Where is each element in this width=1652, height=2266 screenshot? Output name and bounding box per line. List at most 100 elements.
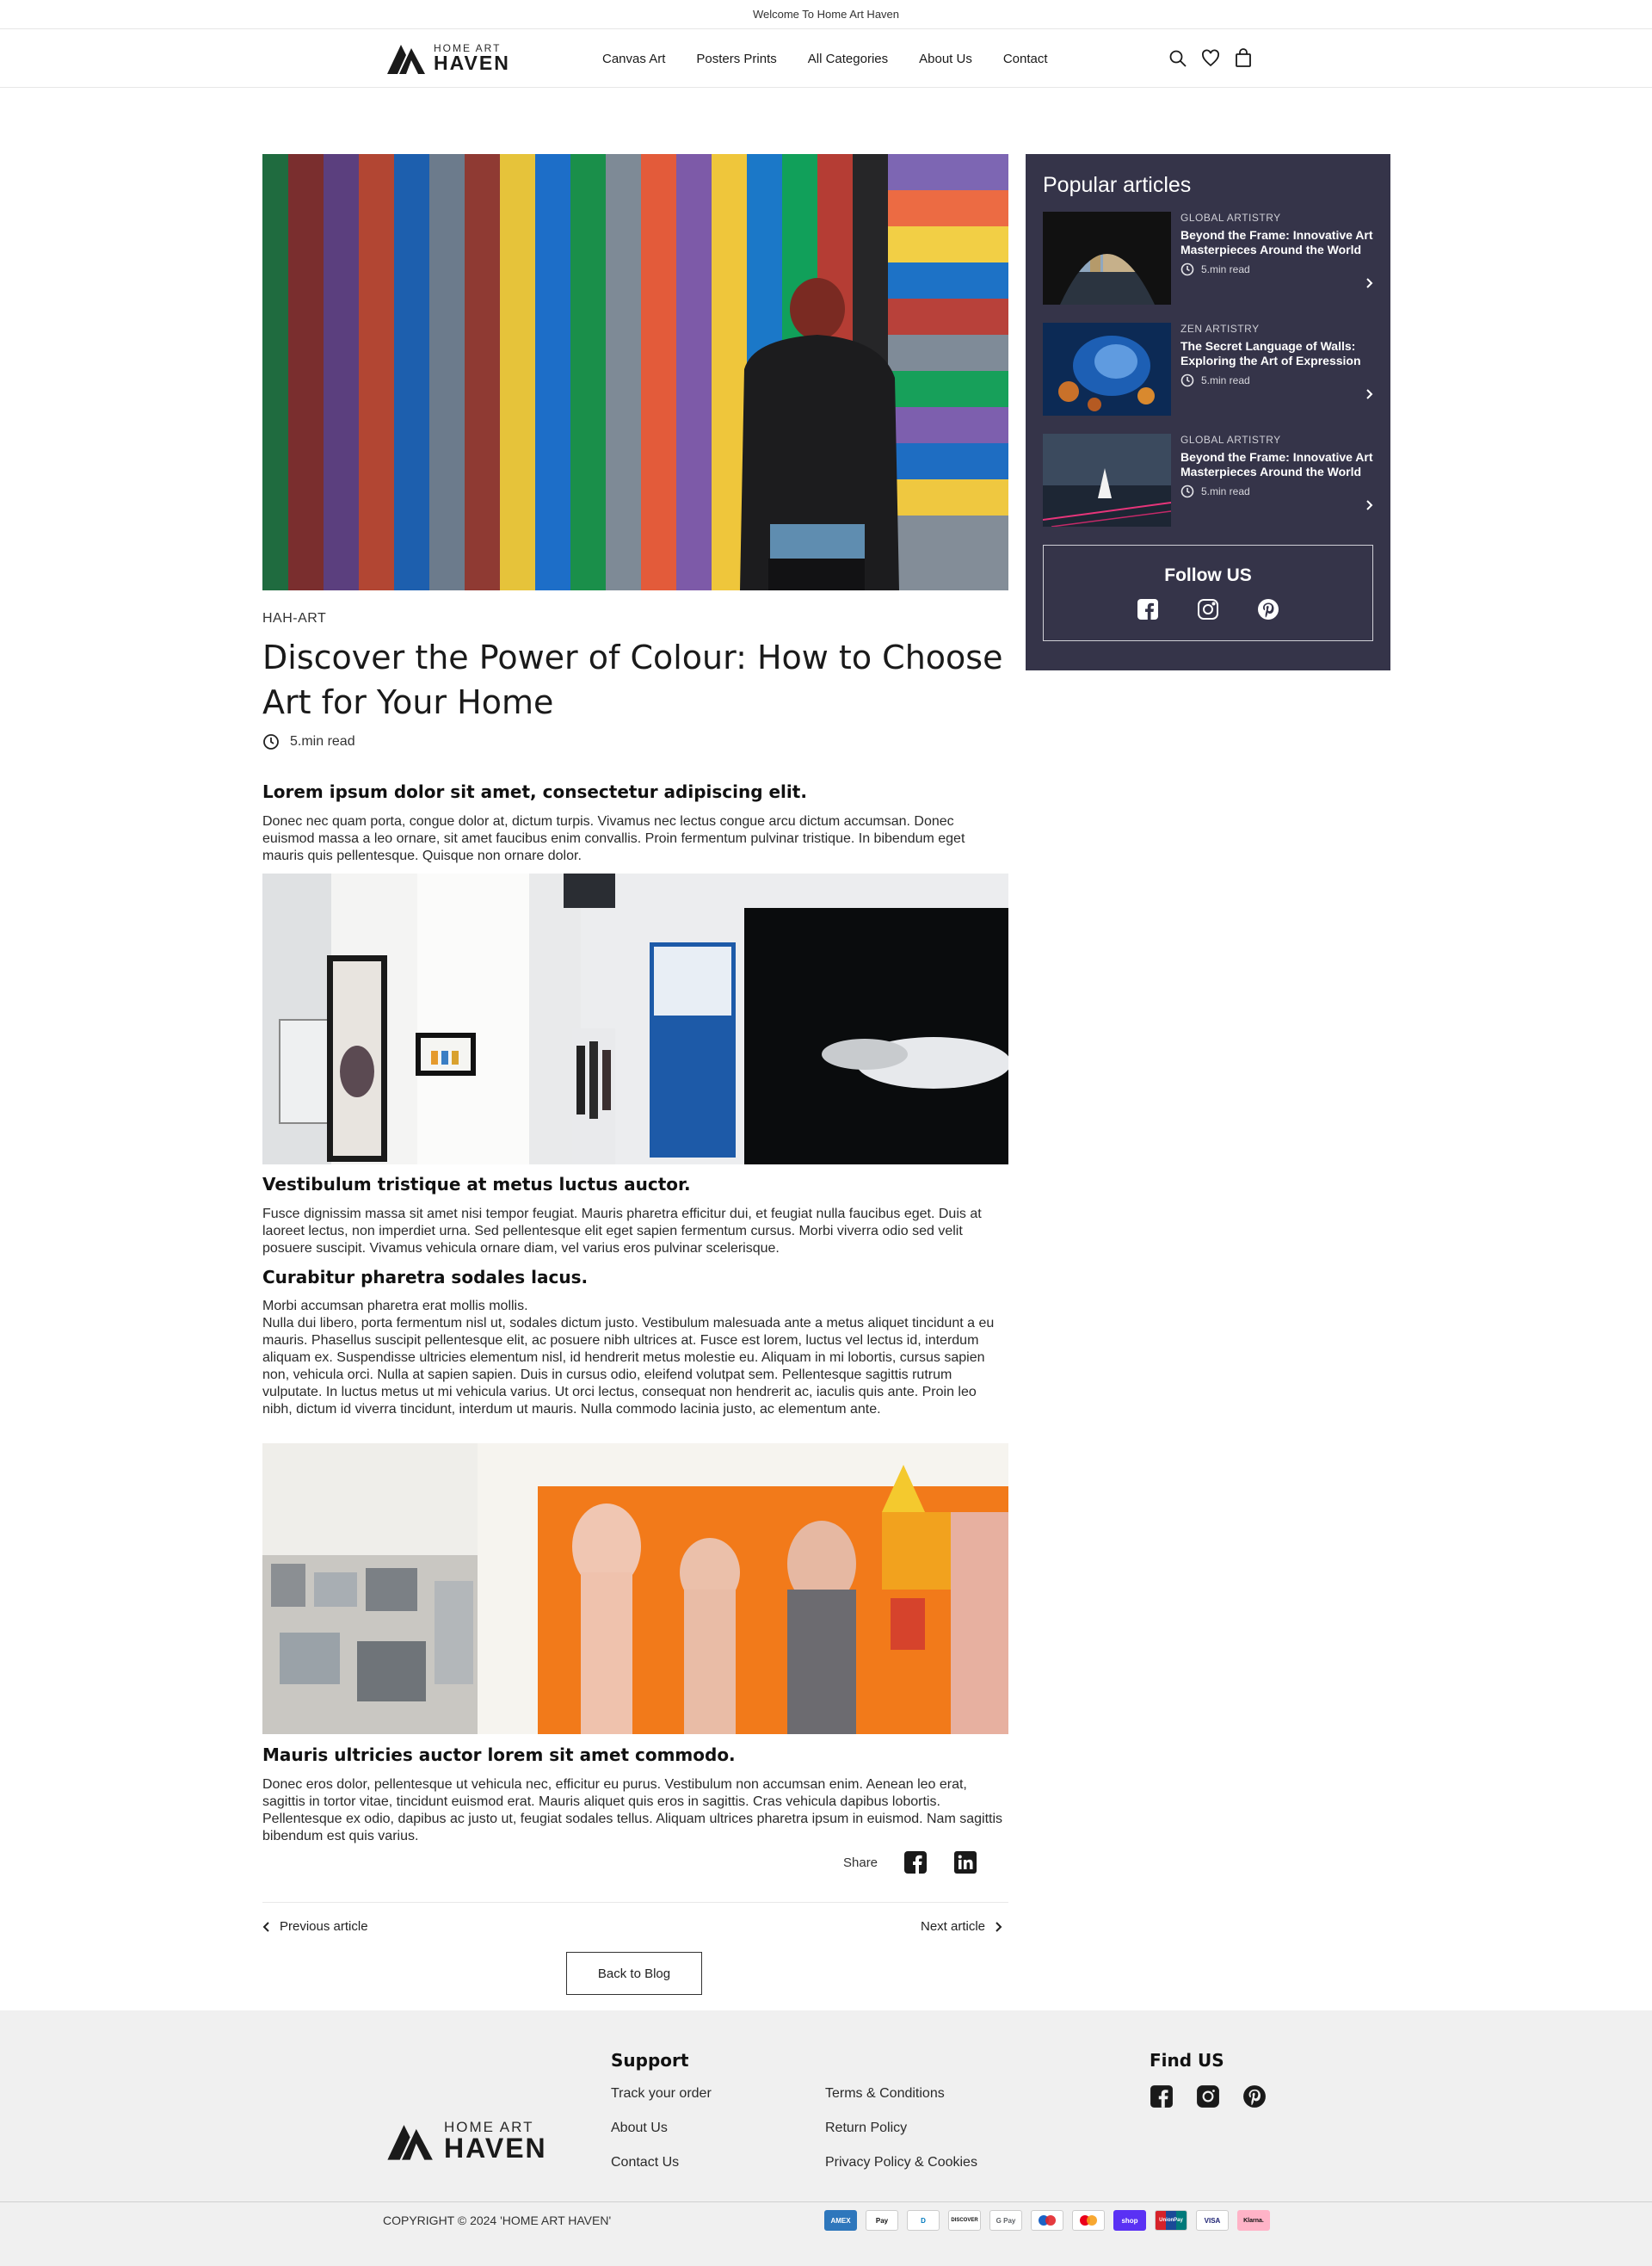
apple-pay-icon: Pay — [866, 2210, 898, 2231]
facebook-icon[interactable] — [1137, 598, 1159, 621]
article-category: HAH-ART — [262, 611, 327, 626]
section-body-4: Donec eros dolor, pellentesque ut vehicu… — [262, 1777, 1003, 1843]
klarna-icon: Klarna. — [1237, 2210, 1270, 2231]
article-category: GLOBAL ARTISTRY — [1180, 434, 1281, 446]
article-title: Beyond the Frame: Innovative Art Masterp… — [1180, 228, 1373, 256]
copyright-text: COPYRIGHT © 2024 'HOME ART HAVEN' — [383, 2214, 612, 2227]
facebook-icon[interactable] — [1150, 2084, 1174, 2109]
follow-us-title: Follow US — [1164, 565, 1252, 585]
footer-social-icons — [1150, 2084, 1267, 2109]
next-article-label: Next article — [921, 1919, 986, 1934]
footer-link-return-policy[interactable]: Return Policy — [825, 2121, 907, 2136]
clock-icon — [1180, 262, 1194, 276]
logo-mark-icon — [387, 2125, 433, 2160]
nav-canvas-art[interactable]: Canvas Art — [602, 52, 665, 66]
logo-mark-icon — [387, 45, 425, 74]
article-hero-image — [262, 154, 1008, 590]
article-thumbnail — [1043, 212, 1171, 305]
popular-articles-sidebar: Popular articles GLOBAL ARTISTRY Beyond … — [1026, 154, 1390, 670]
header-actions — [1168, 48, 1254, 69]
amex-card-icon: AMEX — [824, 2210, 857, 2231]
popular-article-item[interactable]: GLOBAL ARTISTRY Beyond the Frame: Innova… — [1043, 212, 1373, 305]
payment-methods: AMEX Pay D DISCOVER G Pay shop UnionPay … — [824, 2210, 1270, 2231]
google-pay-icon: G Pay — [989, 2210, 1022, 2231]
popular-article-item[interactable]: ZEN ARTISTRY The Secret Language of Wall… — [1043, 323, 1373, 416]
linkedin-share-icon[interactable] — [953, 1850, 977, 1874]
footer-link-about-us[interactable]: About Us — [611, 2121, 668, 2136]
instagram-icon[interactable] — [1196, 2084, 1220, 2109]
read-time-text: 5.min read — [1201, 374, 1250, 386]
article-divider — [262, 1902, 1008, 1903]
shop-pay-icon: shop — [1113, 2210, 1146, 2231]
announcement-bar: Welcome To Home Art Haven — [0, 0, 1652, 29]
instagram-icon[interactable] — [1197, 598, 1219, 621]
search-icon[interactable] — [1168, 48, 1188, 69]
article-category: GLOBAL ARTISTRY — [1180, 212, 1281, 224]
popular-articles-title: Popular articles — [1043, 173, 1192, 197]
read-time-text: 5.min read — [1201, 263, 1250, 275]
pinterest-icon[interactable] — [1242, 2084, 1267, 2109]
pinterest-icon[interactable] — [1257, 598, 1279, 621]
announcement-text: Welcome To Home Art Haven — [752, 8, 900, 21]
discover-card-icon: DISCOVER — [948, 2210, 981, 2231]
section-body-3: Nulla dui libero, porta fermentum nisl u… — [262, 1316, 995, 1417]
chevron-right-icon — [996, 1921, 1002, 1932]
footer-logo-name-text: HAVEN — [444, 2132, 547, 2164]
facebook-share-icon[interactable] — [903, 1850, 928, 1874]
maestro-card-icon — [1031, 2210, 1063, 2231]
article-read-time: 5.min read — [262, 733, 355, 750]
read-time-text: 5.min read — [1201, 485, 1250, 497]
heart-icon[interactable] — [1200, 48, 1221, 69]
article-image-orange-art — [262, 1443, 1008, 1734]
nav-contact[interactable]: Contact — [1003, 52, 1048, 66]
visa-card-icon: VISA — [1196, 2210, 1229, 2231]
section-heading-1: Lorem ipsum dolor sit amet, consectetur … — [262, 781, 807, 802]
footer-link-terms[interactable]: Terms & Conditions — [825, 2086, 945, 2102]
chevron-right-icon[interactable] — [1365, 388, 1373, 400]
diners-card-icon: D — [907, 2210, 940, 2231]
nav-all-categories[interactable]: All Categories — [808, 52, 888, 66]
nav-about-us[interactable]: About Us — [919, 52, 972, 66]
clock-icon — [1180, 374, 1194, 387]
previous-article-link[interactable]: Previous article — [262, 1919, 368, 1934]
article-thumbnail — [1043, 434, 1171, 527]
footer-find-us-title: Find US — [1150, 2050, 1224, 2071]
article-title: Discover the Power of Colour: How to Cho… — [262, 639, 1003, 721]
footer-link-contact-us[interactable]: Contact Us — [611, 2155, 679, 2170]
share-bar: Share — [843, 1850, 977, 1874]
chevron-right-icon[interactable] — [1365, 277, 1373, 289]
article-title: The Secret Language of Walls: Exploring … — [1180, 339, 1361, 367]
clock-icon — [1180, 485, 1194, 498]
logo[interactable]: HOME ART HAVEN — [385, 40, 510, 76]
section-heading-3: Curabitur pharetra sodales lacus. — [262, 1267, 589, 1287]
unionpay-icon: UnionPay — [1155, 2210, 1187, 2231]
chevron-right-icon[interactable] — [1365, 499, 1373, 511]
footer-link-track-order[interactable]: Track your order — [611, 2086, 712, 2102]
footer-support-title: Support — [611, 2050, 689, 2071]
previous-article-label: Previous article — [280, 1919, 368, 1934]
footer-link-privacy[interactable]: Privacy Policy & Cookies — [825, 2155, 977, 2170]
site-header: HOME ART HAVEN Canvas Art Posters Prints… — [0, 29, 1652, 88]
section-heading-4: Mauris ultricies auctor lorem sit amet c… — [262, 1744, 736, 1765]
footer-logo-top-text: HOME ART — [444, 2118, 534, 2135]
main-nav: Canvas Art Posters Prints All Categories… — [602, 29, 1048, 88]
section-body-1: Donec nec quam porta, congue dolor at, d… — [262, 814, 965, 863]
chevron-left-icon — [262, 1921, 269, 1932]
back-to-blog-button[interactable]: Back to Blog — [566, 1952, 702, 1995]
nav-posters-prints[interactable]: Posters Prints — [696, 52, 776, 66]
footer-divider — [0, 2201, 1652, 2202]
article-title: Beyond the Frame: Innovative Art Masterp… — [1180, 450, 1373, 479]
footer-logo[interactable]: HOME ART HAVEN — [385, 2117, 547, 2164]
article-thumbnail — [1043, 323, 1171, 416]
follow-us-box: Follow US — [1043, 545, 1373, 641]
section-heading-2: Vestibulum tristique at metus luctus auc… — [262, 1174, 691, 1195]
popular-article-item[interactable]: GLOBAL ARTISTRY Beyond the Frame: Innova… — [1043, 434, 1373, 527]
article-image-gallery — [262, 874, 1008, 1164]
cart-icon[interactable] — [1233, 48, 1254, 69]
next-article-link[interactable]: Next article — [921, 1919, 1002, 1934]
logo-name-text: HAVEN — [434, 51, 510, 74]
clock-icon — [263, 734, 279, 750]
mastercard-icon — [1072, 2210, 1105, 2231]
share-label: Share — [843, 1855, 878, 1870]
section-body-3-line1: Morbi accumsan pharetra erat mollis moll… — [262, 1299, 528, 1313]
